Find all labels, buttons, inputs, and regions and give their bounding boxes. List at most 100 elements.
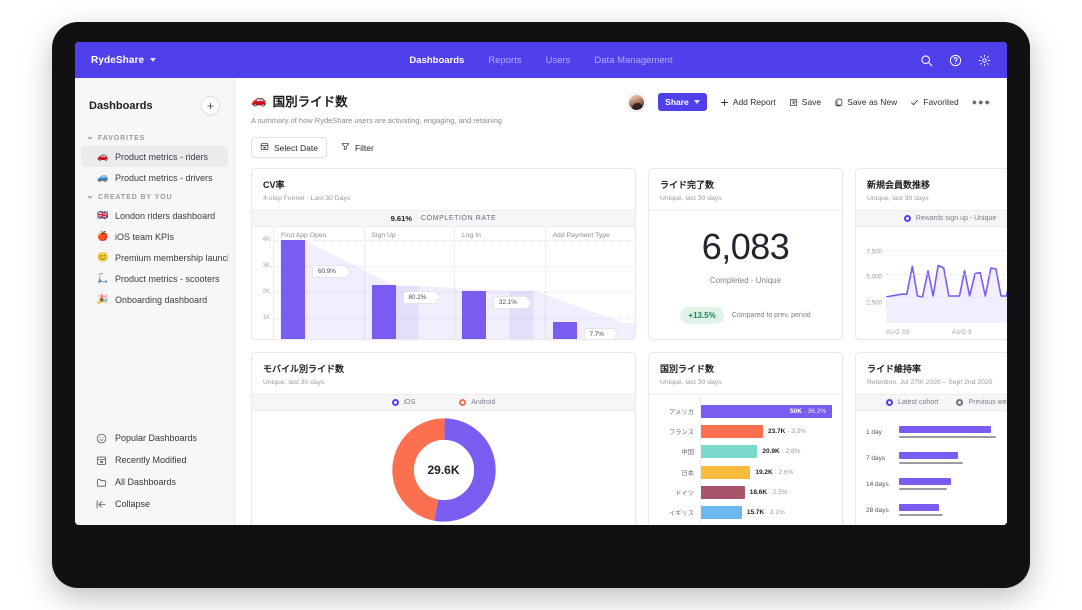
card-title: ライド維持率 <box>867 364 922 374</box>
help-icon[interactable] <box>949 54 962 67</box>
retention-label: 28 days <box>866 506 889 514</box>
card-title: モバイル別ライド数 <box>263 364 345 374</box>
sidebar-item-label: Product metrics - riders <box>115 151 209 162</box>
hbar-row[interactable]: 19.2K · 2.6% <box>701 465 842 479</box>
sidebar-item-all-dashboards[interactable]: All Dashboards <box>81 471 228 493</box>
bus-icon: 🚙 <box>97 172 109 182</box>
funnel-step-rate: 32.1% <box>493 296 528 310</box>
legend-item-android[interactable]: Android <box>459 399 495 406</box>
hbar-value-text: 18.6K <box>749 488 768 496</box>
nav-item-data-management[interactable]: Data Management <box>594 55 672 66</box>
funnel-chart: 4K 3K 2K 1K First App Open 60.9% Sign Up… <box>252 227 635 339</box>
sidebar-item-london-riders-dashboard[interactable]: 🇬🇧 London riders dashboard <box>81 205 228 226</box>
legend: Rewards sign up - Unique <box>856 210 1007 227</box>
retention-row[interactable]: 7 days 28.8% <box>866 452 1007 464</box>
share-button[interactable]: Share <box>658 93 707 111</box>
sidebar-item-collapse[interactable]: Collapse <box>81 493 228 515</box>
legend-label: Previous week <box>968 399 1007 406</box>
share-label: Share <box>665 97 689 107</box>
card-subtitle: Unique, last 30 days <box>660 379 722 386</box>
sidebar-group-created-by-you[interactable]: CREATED BY YOU <box>75 188 234 205</box>
sidebar-item-premium-membership-launch[interactable]: 😊 Premium membership launch <box>81 247 228 268</box>
filter-button[interactable]: Filter <box>337 138 378 157</box>
car-icon: 🚗 <box>251 93 267 107</box>
sidebar-item-product-metrics-scooters[interactable]: 🛴 Product metrics - scooters <box>81 268 228 289</box>
line-chart-y-axis: 7,500 5,000 2,500 <box>856 227 886 339</box>
sidebar-item-recently-modified[interactable]: Recently Modified <box>81 449 228 471</box>
legend-label: Android <box>471 399 496 406</box>
page-subtitle: A summary of how RydeShare users are act… <box>251 116 502 125</box>
sidebar-item-ios-team-kpis[interactable]: 🍎 iOS team KPIs <box>81 226 228 247</box>
device-frame: RydeShare Dashboards Reports Users Data … <box>52 22 1030 588</box>
y-tick: 4K <box>262 237 270 244</box>
funnel-y-axis: 4K 3K 2K 1K <box>252 227 273 339</box>
card-completed-rides: ライド完了数 Unique, last 30 days 6,083 Comple… <box>648 168 843 340</box>
retention-bars <box>899 478 1003 490</box>
legend-label: Rewards sign up - Unique <box>915 215 997 222</box>
legend-dot-icon <box>956 399 964 406</box>
sidebar-item-product-metrics-riders[interactable]: 🚗 Product metrics - riders <box>81 146 228 167</box>
nav-item-reports[interactable]: Reports <box>488 55 521 66</box>
legend-label: iOS <box>403 399 416 406</box>
avatar[interactable] <box>628 93 646 111</box>
card-header: モバイル別ライド数 Unique, last 30 days <box>252 353 635 394</box>
add-report-button[interactable]: Add Report <box>720 97 776 107</box>
hbar-row[interactable]: 50K · 36.2% <box>701 404 842 418</box>
hbar-row[interactable]: 18.6K · 2.5% <box>701 485 842 499</box>
save-button[interactable]: Save <box>789 97 821 107</box>
hbar-label: 中国 <box>681 449 694 457</box>
car-icon: 🚗 <box>97 151 109 161</box>
filter-icon <box>341 142 350 153</box>
nav-item-users[interactable]: Users <box>546 55 571 66</box>
sidebar-item-label: Popular Dashboards <box>115 433 198 443</box>
legend-item-ios[interactable]: iOS <box>391 399 416 406</box>
hbar-row[interactable]: 15.7K · 2.1% <box>701 506 842 520</box>
sidebar-item-label: iOS team KPIs <box>115 231 175 242</box>
legend-dot-icon <box>391 399 399 406</box>
hbar-row[interactable]: 20.9K · 2.8% <box>701 445 842 459</box>
card-rides-by-country: 国別ライド数 Unique, last 30 days アメリカ フランス 中国… <box>648 352 843 525</box>
retention-row[interactable]: 1 day 44.2% <box>866 426 1007 438</box>
card-header: ライド完了数 Unique, last 30 days <box>649 169 842 210</box>
retention-label: 14 days <box>866 480 889 488</box>
sidebar-item-label: Recently Modified <box>115 455 187 465</box>
legend-dot-icon <box>459 399 467 406</box>
y-tick: 1K <box>262 314 270 321</box>
brand-menu[interactable]: RydeShare <box>91 55 157 66</box>
retention-row[interactable]: 14 days 25.1% <box>866 478 1007 490</box>
sidebar-item-label: Premium membership launch <box>115 252 228 263</box>
save-as-new-button[interactable]: Save as New <box>834 97 897 107</box>
sidebar-footer: Popular Dashboards Recently Modified All… <box>75 427 234 525</box>
hbar-row[interactable]: 23.7K · 3.2% <box>701 424 842 438</box>
hbar-value-text: 20.9K <box>762 448 780 456</box>
action-label: Add Report <box>732 97 776 107</box>
legend-item-latest-cohort[interactable]: Latest cohort <box>886 399 938 406</box>
favorited-button[interactable]: Favorited <box>910 97 959 107</box>
hbar-label: ドイツ <box>675 489 694 497</box>
card-title: ライド完了数 <box>660 180 715 190</box>
nav-item-dashboards[interactable]: Dashboards <box>409 55 464 66</box>
add-dashboard-button[interactable]: + <box>201 96 220 115</box>
hbar-value: 23.7K · 3.2% <box>768 427 806 435</box>
sidebar-item-label: Onboarding dashboard <box>115 294 208 305</box>
sidebar-item-popular-dashboards[interactable]: Popular Dashboards <box>81 427 228 449</box>
sidebar-group-favorites[interactable]: FAVORITES <box>75 129 234 146</box>
hbar-value: 15.7K · 2.1% <box>746 509 785 517</box>
hbar-value-text: 15.7K <box>746 509 765 517</box>
hbar-plot: 50K · 36.2% 23.7K · 3.2% 20.9K · 2.8% 19… <box>701 395 842 525</box>
select-date-button[interactable]: Select Date <box>251 137 327 158</box>
retention-row[interactable]: 28 days 16.3% <box>866 504 1007 516</box>
chevron-down-icon <box>87 196 93 199</box>
hbar-chart: アメリカ フランス 中国 日本 ドイツ イギリス 50K · 36.2% 23.… <box>649 394 842 525</box>
sidebar-item-product-metrics-drivers[interactable]: 🚙 Product metrics - drivers <box>81 167 228 188</box>
legend-item[interactable]: Rewards sign up - Unique <box>903 215 997 222</box>
card-subtitle: Unique, last 30 days <box>660 195 722 202</box>
more-options-button[interactable]: ●●● <box>972 97 991 107</box>
retention-label: 1 day <box>866 428 882 436</box>
y-tick: 3K <box>262 263 270 270</box>
sidebar-item-onboarding-dashboard[interactable]: 🎉 Onboarding dashboard <box>81 289 228 310</box>
gear-icon[interactable] <box>978 54 991 67</box>
legend-item-previous-week[interactable]: Previous week <box>956 399 1007 406</box>
search-icon[interactable] <box>920 54 933 67</box>
party-icon: 🎉 <box>97 294 109 304</box>
